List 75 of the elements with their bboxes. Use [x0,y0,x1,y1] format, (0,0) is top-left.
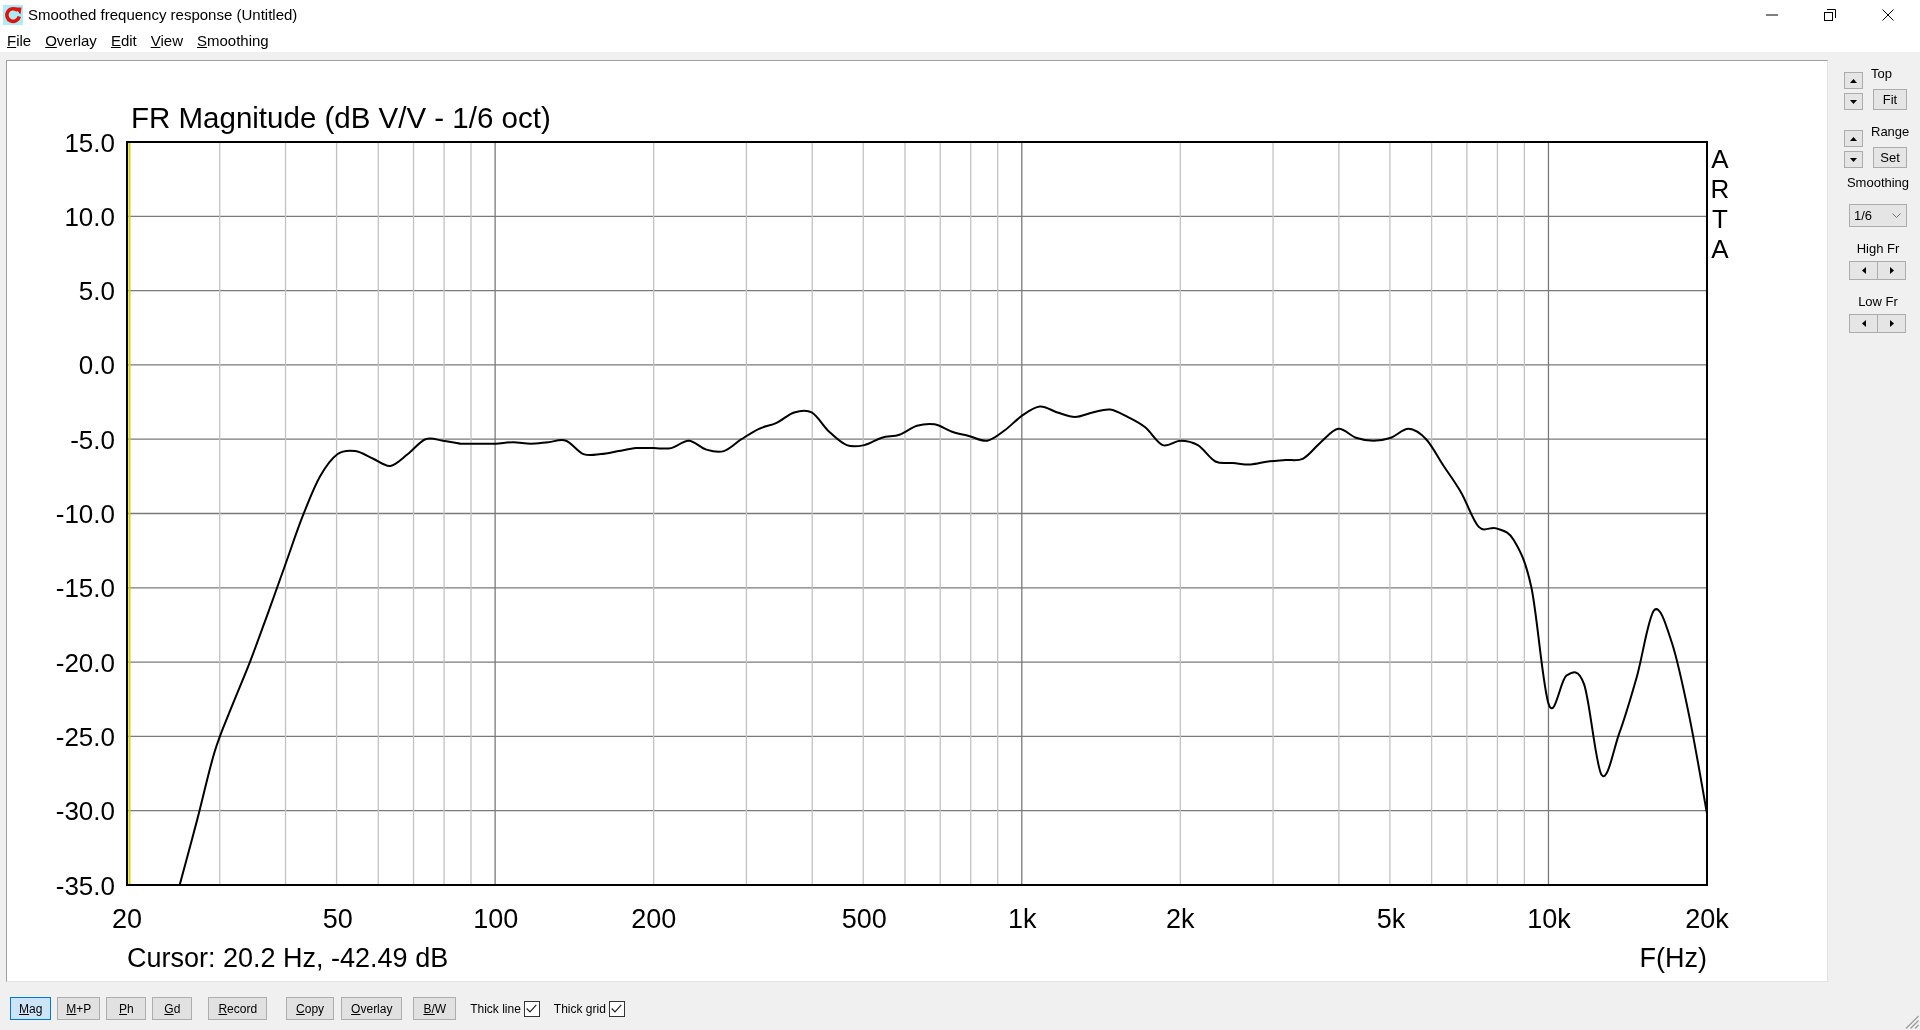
close-icon [1882,9,1894,21]
checkbox-label: Thick line [470,1000,521,1018]
panel-button[interactable]: Fit [1873,89,1907,110]
control-label: High Fr [1856,241,1900,257]
caret-left-icon [1861,320,1866,327]
view-mode-button[interactable]: Gd [152,997,193,1020]
checkbox[interactable] [523,1000,540,1017]
toolbar-button[interactable]: B/W [413,997,457,1020]
control-label: Top [1871,66,1892,82]
y-tick-label: -20.0 [55,647,115,678]
checkbox[interactable] [608,1000,625,1017]
step-left-button[interactable] [1849,261,1878,280]
y-tick-label: -25.0 [55,721,115,752]
y-tick-label: 10.0 [64,201,115,232]
view-mode-button[interactable]: Ph [106,997,147,1020]
x-tick-label: 10k [1527,904,1571,934]
x-axis-label: F(Hz) [1639,943,1707,973]
spin-down-button[interactable] [1844,93,1863,110]
chart-title: FR Magnitude (dB V/V - 1/6 oct) [131,101,551,134]
minimize-icon [1766,14,1778,16]
x-tick-label: 50 [322,904,353,934]
y-tick-label: -5.0 [70,424,115,455]
x-tick-label: 100 [473,904,519,934]
y-tick-label: 5.0 [78,276,115,307]
menu-item[interactable]: File [0,30,39,52]
view-mode-button[interactable]: Mag [10,997,52,1020]
x-tick-label: 1k [1008,904,1037,934]
step-right-button[interactable] [1877,314,1906,333]
panel-button[interactable]: Set [1873,147,1907,168]
caret-up-icon [1850,136,1857,141]
step-left-button[interactable] [1849,314,1878,333]
x-tick-label: 20 [112,904,142,934]
menu-item[interactable]: Overlay [38,30,104,52]
view-mode-button[interactable]: M+P [57,997,101,1020]
spin-up-button[interactable] [1844,130,1863,147]
x-tick-label: 500 [841,904,887,934]
toolbar-button[interactable]: Record [208,997,268,1020]
toolbar-button[interactable]: Overlay [341,997,403,1020]
smoothing-dropdown[interactable]: 1/6 [1849,204,1907,227]
y-tick-label: 15.0 [64,127,115,158]
y-tick-label: 0.0 [78,350,115,381]
checkbox-label: Thick grid [553,1000,606,1018]
chevron-down-icon [1892,213,1901,218]
spin-down-button[interactable] [1844,151,1863,168]
toolbar-button[interactable]: Copy [286,997,335,1020]
cursor-readout: Cursor: 20.2 Hz, -42.49 dB [127,943,449,973]
step-right-button[interactable] [1877,261,1906,280]
x-tick-label: 200 [631,904,677,934]
checkmark-icon [526,1004,538,1013]
control-label: Low Fr [1858,294,1898,310]
menu-item[interactable]: View [143,30,190,52]
control-label: Smoothing [1846,175,1910,191]
caret-down-icon [1850,99,1857,104]
y-tick-label: -15.0 [55,573,115,604]
x-tick-label: 5k [1376,904,1406,934]
resize-grip-icon [1905,1015,1919,1029]
caret-left-icon [1861,267,1866,274]
x-tick-label: 20k [1685,904,1729,934]
control-label: Range [1871,124,1910,140]
caret-right-icon [1889,267,1894,274]
menu-item[interactable]: Smoothing [190,30,276,52]
window-title: Smoothed frequency response (Untitled) [28,5,298,25]
caret-right-icon [1889,320,1894,327]
y-tick-label: -10.0 [55,499,115,529]
y-tick-label: -30.0 [55,796,115,827]
menu-item[interactable]: Edit [103,30,144,52]
vertical-text: ARTA [1709,144,1731,264]
restore-icon [1824,9,1836,21]
spin-up-button[interactable] [1844,72,1863,89]
caret-up-icon [1850,78,1857,83]
caret-down-icon [1850,157,1857,162]
checkmark-icon [611,1004,623,1013]
circular-arrow-icon [3,5,23,25]
x-tick-label: 2k [1166,904,1195,934]
y-tick-label: -35.0 [55,870,115,901]
